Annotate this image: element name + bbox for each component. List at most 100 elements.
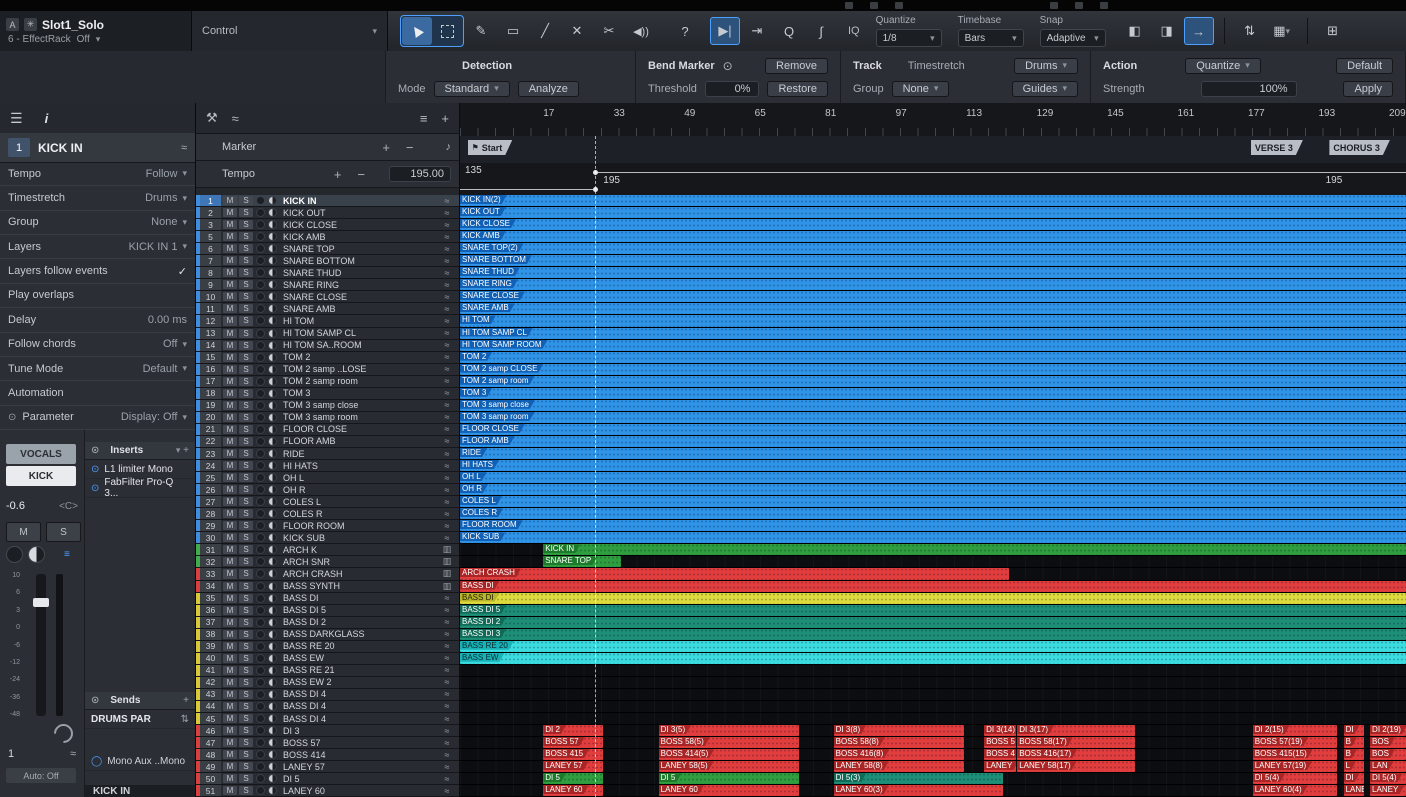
audio-clip[interactable]: BOSS 4: [984, 749, 1016, 760]
track-record-arm-button[interactable]: [256, 280, 265, 289]
track-lane[interactable]: KICK SUB: [460, 532, 1406, 544]
list-icon[interactable]: ≡: [420, 111, 428, 126]
track-record-arm-button[interactable]: [256, 449, 265, 458]
track-mute-button[interactable]: M: [223, 401, 237, 410]
track-mute-button[interactable]: M: [223, 557, 237, 566]
param-value[interactable]: Display: Off▾: [121, 411, 187, 423]
track-monitor-button[interactable]: [268, 606, 277, 615]
track-monitor-button[interactable]: [268, 292, 277, 301]
track-row[interactable]: 37MSBASS DI 2≈: [196, 617, 459, 629]
track-mute-button[interactable]: M: [223, 630, 237, 639]
audio-clip[interactable]: BASS DI: [460, 593, 1406, 604]
track-mute-button[interactable]: M: [223, 666, 237, 675]
track-mute-button[interactable]: M: [223, 678, 237, 687]
inspector-param-row[interactable]: Follow chordsOff▾: [0, 333, 195, 357]
monitor-button[interactable]: [28, 546, 45, 563]
track-lane[interactable]: ARCH CRASH: [460, 568, 1406, 580]
track-mute-button[interactable]: M: [223, 292, 237, 301]
track-row[interactable]: 18MSTOM 3≈: [196, 388, 459, 400]
track-record-arm-button[interactable]: [256, 690, 265, 699]
track-monitor-button[interactable]: [268, 702, 277, 711]
track-solo-button[interactable]: S: [239, 377, 253, 386]
insert-slot[interactable]: ⊙ FabFilter Pro-Q 3...: [85, 479, 195, 498]
track-lane[interactable]: SNARE THUD: [460, 267, 1406, 279]
track-mute-button[interactable]: M: [223, 774, 237, 783]
split-tool[interactable]: ✂: [594, 17, 624, 45]
track-record-arm-button[interactable]: [256, 473, 265, 482]
track-mute-button[interactable]: M: [223, 545, 237, 554]
track-mute-button[interactable]: M: [223, 762, 237, 771]
track-lane[interactable]: BOSS 415BOSS 414(5)BOSS 416(8)BOSS 4BOSS…: [460, 749, 1406, 761]
audio-clip[interactable]: LANEY: [1370, 785, 1406, 796]
track-mute-button[interactable]: M: [223, 582, 237, 591]
audio-clip[interactable]: B: [1344, 737, 1365, 748]
track-monitor-button[interactable]: [268, 666, 277, 675]
power-icon[interactable]: ⊙: [91, 445, 99, 456]
track-lane[interactable]: BASS DI: [460, 593, 1406, 605]
track-mute-button[interactable]: M: [223, 702, 237, 711]
track-monitor-button[interactable]: [268, 642, 277, 651]
track-lane[interactable]: COLES R: [460, 508, 1406, 520]
sends-header[interactable]: ⊙ Sends +: [85, 692, 195, 710]
audio-clip[interactable]: TOM 3 samp room: [460, 412, 1406, 423]
track-monitor-button[interactable]: [268, 425, 277, 434]
audio-clip[interactable]: HI TOM SAMP CL: [460, 328, 1406, 339]
track-row[interactable]: 39MSBASS RE 20≈: [196, 641, 459, 653]
track-lane[interactable]: FLOOR CLOSE: [460, 424, 1406, 436]
inspector-param-row[interactable]: LayersKICK IN 1▾: [0, 235, 195, 259]
fader-handle[interactable]: [33, 598, 49, 607]
track-record-arm-button[interactable]: [256, 582, 265, 591]
track-lane[interactable]: [460, 677, 1406, 689]
track-row[interactable]: 7MSSNARE BOTTOM≈: [196, 255, 459, 267]
track-monitor-button[interactable]: [268, 268, 277, 277]
track-monitor-button[interactable]: [268, 329, 277, 338]
track-monitor-button[interactable]: [268, 654, 277, 663]
track-mute-button[interactable]: M: [223, 353, 237, 362]
track-row[interactable]: 36MSBASS DI 5≈: [196, 605, 459, 617]
track-lane[interactable]: KICK AMB: [460, 231, 1406, 243]
track-lane[interactable]: FLOOR ROOM: [460, 520, 1406, 532]
track-lane[interactable]: KICK OUT: [460, 207, 1406, 219]
track-solo-button[interactable]: S: [239, 618, 253, 627]
track-record-arm-button[interactable]: [256, 497, 265, 506]
track-mute-button[interactable]: M: [223, 437, 237, 446]
track-row[interactable]: 16MSTOM 2 samp ..LOSE≈: [196, 364, 459, 376]
audio-clip[interactable]: DI: [1344, 773, 1365, 784]
pan-value[interactable]: <C>: [59, 501, 78, 512]
track-solo-button[interactable]: S: [239, 726, 253, 735]
audio-clip[interactable]: DI 5(4): [1253, 773, 1337, 784]
audio-clip[interactable]: LANEY 60(3): [834, 785, 1003, 796]
track-mute-button[interactable]: M: [223, 618, 237, 627]
audio-clip[interactable]: KICK IN: [543, 544, 1406, 555]
param-value[interactable]: KICK IN 1▾: [129, 241, 187, 253]
gain-value[interactable]: -0.6: [6, 500, 25, 512]
audio-clip[interactable]: DI 3(17): [1017, 725, 1135, 736]
tempo-value[interactable]: 195.00: [389, 166, 451, 182]
grid-view-button[interactable]: ▦▾: [1267, 17, 1297, 45]
audio-clip[interactable]: DI 5(3): [834, 773, 1003, 784]
menubar-status-icon[interactable]: [1100, 2, 1108, 9]
track-mute-button[interactable]: M: [223, 594, 237, 603]
track-lane[interactable]: HI HATS: [460, 460, 1406, 472]
track-row[interactable]: 29MSFLOOR ROOM≈: [196, 520, 459, 532]
audio-clip[interactable]: DI 5: [543, 773, 603, 784]
audio-clip[interactable]: TOM 3 samp close: [460, 400, 1406, 411]
track-mute-button[interactable]: M: [223, 606, 237, 615]
param-value[interactable]: Off▾: [163, 338, 187, 350]
track-lane[interactable]: SNARE AMB: [460, 303, 1406, 315]
track-row[interactable]: 26MSOH R≈: [196, 484, 459, 496]
track-record-arm-button[interactable]: [256, 304, 265, 313]
track-record-arm-button[interactable]: [256, 569, 265, 578]
track-monitor-button[interactable]: [268, 208, 277, 217]
audio-clip[interactable]: BASS RE 20: [460, 641, 1406, 652]
audio-clip[interactable]: HI TOM: [460, 315, 1406, 326]
track-monitor-button[interactable]: [268, 244, 277, 253]
audio-clip[interactable]: B: [1344, 749, 1365, 760]
track-lane[interactable]: HI TOM SAMP CL: [460, 328, 1406, 340]
track-mute-button[interactable]: M: [223, 365, 237, 374]
track-row[interactable]: 11MSSNARE AMB≈: [196, 303, 459, 315]
track-record-arm-button[interactable]: [256, 208, 265, 217]
follow-playhead-button[interactable]: →: [1184, 17, 1214, 45]
audio-clip[interactable]: L: [1344, 761, 1365, 772]
track-row[interactable]: 51MSLANEY 60≈: [196, 785, 459, 797]
